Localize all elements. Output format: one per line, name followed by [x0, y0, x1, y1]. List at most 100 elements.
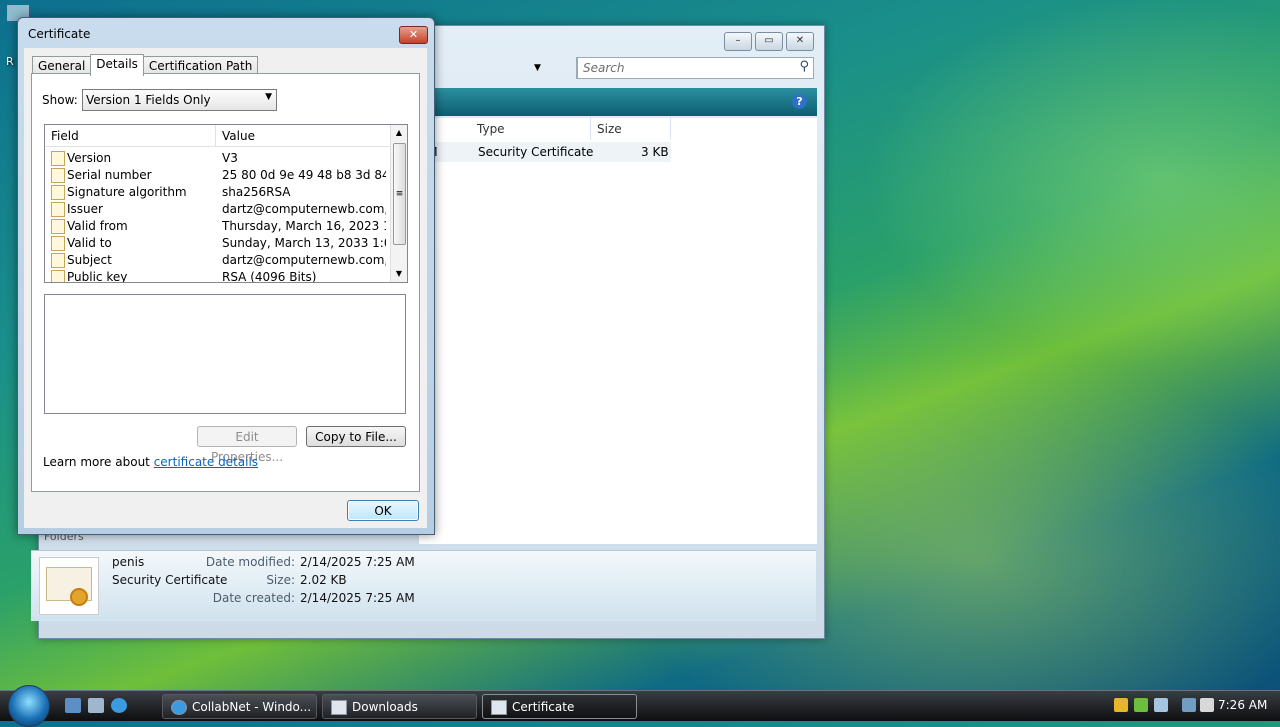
- list-item[interactable]: Subject dartz@computernewb.com, co...: [45, 252, 390, 269]
- details-pane: penis Security Certificate Date modified…: [31, 550, 816, 621]
- fields-header: Field Value: [45, 125, 390, 147]
- field-value: RSA (4096 Bits): [222, 270, 317, 283]
- scroll-thumb[interactable]: ≡: [393, 143, 406, 245]
- field-icon: [51, 236, 65, 251]
- network-status-icon[interactable]: [1182, 698, 1196, 712]
- date-modified-label: Date modified:: [205, 555, 295, 569]
- field-name: Version: [67, 151, 112, 165]
- tab-strip: General Details Certification Path: [32, 54, 259, 76]
- field-icon: [51, 168, 65, 183]
- network-icon[interactable]: [1134, 698, 1148, 712]
- learn-more-label: Learn more about: [43, 455, 150, 469]
- field-icon: [51, 253, 65, 268]
- column-type[interactable]: Type: [471, 118, 591, 140]
- file-type: Security Certificate: [478, 145, 594, 159]
- internet-explorer-icon[interactable]: [111, 698, 127, 713]
- dialog-client: General Details Certification Path Show:…: [24, 48, 427, 528]
- list-item[interactable]: Valid from Thursday, March 16, 2023 1:0..…: [45, 218, 390, 235]
- field-value: dartz@computernewb.com, co...: [222, 202, 386, 216]
- certificate-icon: [491, 700, 507, 715]
- detail-name: penis: [112, 555, 145, 569]
- taskbar-item-certificate[interactable]: Certificate: [482, 694, 637, 719]
- field-value: Thursday, March 16, 2023 1:0...: [222, 219, 386, 233]
- list-item[interactable]: Issuer dartz@computernewb.com, co...: [45, 201, 390, 218]
- field-icon: [51, 202, 65, 217]
- file-list[interactable]: Type Size AM Security Certificate 3 KB: [419, 118, 817, 544]
- show-label: Show:: [42, 93, 78, 107]
- field-name: Signature algorithm: [67, 185, 187, 199]
- dialog-close-button[interactable]: ✕: [399, 26, 428, 44]
- list-item[interactable]: Public key RSA (4096 Bits): [45, 269, 390, 283]
- details-tab-panel: Show: Version 1 Fields Only ▼ Field Valu…: [31, 73, 420, 492]
- field-name: Valid from: [67, 219, 128, 233]
- list-item[interactable]: Serial number 25 80 0d 9e 49 48 b8 3d 84 …: [45, 167, 390, 184]
- show-dropdown[interactable]: Version 1 Fields Only ▼: [82, 89, 277, 111]
- certificate-details-link[interactable]: certificate details: [154, 455, 258, 469]
- edit-properties-button[interactable]: Edit Properties...: [197, 426, 297, 464]
- taskbar-item-label: Downloads: [352, 700, 418, 714]
- field-name: Serial number: [67, 168, 152, 182]
- date-modified-value: 2/14/2025 7:25 AM: [300, 555, 415, 569]
- internet-explorer-icon: [171, 700, 187, 715]
- search-box[interactable]: Search ⚲: [577, 57, 814, 79]
- taskbar-item-label: CollabNet - Windo...: [192, 700, 312, 714]
- field-icon: [51, 219, 65, 234]
- address-dropdown-icon[interactable]: ▼: [534, 63, 541, 73]
- list-item[interactable]: Signature algorithm sha256RSA: [45, 184, 390, 201]
- copy-to-file-button[interactable]: Copy to File...: [306, 426, 406, 447]
- list-item[interactable]: Valid to Sunday, March 13, 2033 1:09:...: [45, 235, 390, 252]
- field-detail-textbox[interactable]: [44, 294, 406, 414]
- maximize-button[interactable]: ▭: [755, 32, 783, 51]
- switch-windows-icon[interactable]: [88, 698, 104, 713]
- search-icon[interactable]: ⚲: [799, 59, 809, 74]
- tray-app-icon[interactable]: [1154, 698, 1168, 712]
- help-icon[interactable]: ?: [792, 94, 807, 109]
- desktop-icon-label[interactable]: R: [6, 55, 14, 68]
- list-item[interactable]: Version V3: [45, 150, 390, 167]
- column-size[interactable]: Size: [591, 118, 671, 140]
- search-input[interactable]: Search: [583, 61, 625, 75]
- certificate-dialog: Certificate ✕ General Details Certificat…: [17, 17, 435, 535]
- taskbar: CollabNet - Windo... Downloads Certifica…: [0, 685, 1280, 727]
- taskbar-item-label: Certificate: [512, 700, 575, 714]
- size-value: 2.02 KB: [300, 573, 347, 587]
- date-created-label: Date created:: [212, 591, 295, 605]
- start-button[interactable]: [8, 685, 50, 727]
- vertical-scrollbar[interactable]: ▲ ≡ ▼: [390, 125, 407, 282]
- field-value: Sunday, March 13, 2033 1:09:...: [222, 236, 386, 250]
- ok-button[interactable]: OK: [347, 500, 419, 521]
- fields-list[interactable]: Field Value Version V3 Serial number 25 80…: [44, 124, 408, 283]
- chevron-down-icon[interactable]: ▼: [265, 92, 272, 102]
- taskbar-item-collabnet[interactable]: CollabNet - Windo...: [162, 694, 317, 719]
- field-value: sha256RSA: [222, 185, 291, 199]
- folder-icon: [331, 700, 347, 715]
- scroll-down-icon[interactable]: ▼: [391, 266, 407, 282]
- field-icon: [51, 151, 65, 166]
- taskbar-item-downloads[interactable]: Downloads: [322, 694, 477, 719]
- date-created-value: 2/14/2025 7:25 AM: [300, 591, 415, 605]
- volume-muted-icon[interactable]: [1200, 698, 1214, 712]
- file-size: 3 KB: [641, 145, 669, 159]
- field-icon: [51, 270, 65, 282]
- minimize-button[interactable]: –: [724, 32, 752, 51]
- field-icon: [51, 185, 65, 200]
- learn-more-text: Learn more about certificate details: [43, 455, 258, 469]
- field-name: Issuer: [67, 202, 103, 216]
- tab-details[interactable]: Details: [90, 54, 144, 76]
- size-label: Size:: [266, 573, 295, 587]
- certificate-icon: [39, 557, 99, 615]
- close-button[interactable]: ✕: [786, 32, 814, 51]
- show-desktop-icon[interactable]: [65, 698, 81, 713]
- clock[interactable]: 7:26 AM: [1218, 698, 1267, 712]
- scroll-up-icon[interactable]: ▲: [391, 125, 407, 141]
- dialog-title: Certificate: [28, 27, 91, 41]
- explorer-toolbar: ?: [419, 88, 817, 116]
- field-name: Valid to: [67, 236, 112, 250]
- column-value[interactable]: Value: [222, 129, 255, 143]
- window-controls: – ▭ ✕: [724, 32, 814, 51]
- column-field[interactable]: Field: [51, 129, 79, 143]
- field-value: V3: [222, 151, 238, 165]
- file-row[interactable]: AM Security Certificate 3 KB: [419, 142, 671, 162]
- security-shield-icon[interactable]: [1114, 698, 1128, 712]
- show-dropdown-value: Version 1 Fields Only: [86, 93, 211, 107]
